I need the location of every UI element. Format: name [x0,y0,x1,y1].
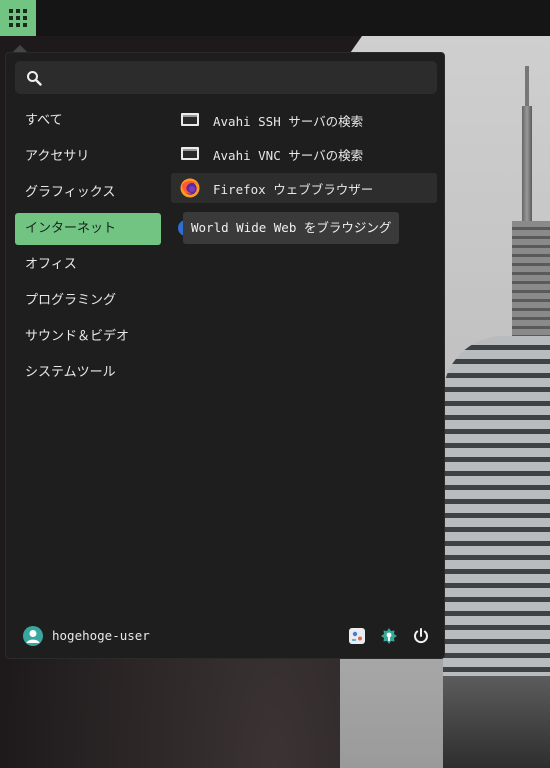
menu-pointer [12,44,28,52]
power-icon[interactable] [411,626,431,646]
user-avatar-icon[interactable] [23,626,43,646]
firefox-icon [180,178,200,198]
category-sound-video[interactable]: サウンド＆ビデオ [15,321,161,353]
category-internet[interactable]: インターネット [15,213,161,245]
category-list: すべて アクセサリ グラフィックス インターネット オフィス プログラミング サ… [15,105,161,393]
lock-screen-icon[interactable] [379,626,399,646]
wallpaper-ground [443,676,550,768]
category-graphics[interactable]: グラフィックス [15,177,161,209]
grid-dot [16,23,20,27]
top-panel [0,0,550,36]
category-system-tools[interactable]: システムツール [15,357,161,389]
avatar-person-icon [26,630,40,643]
grid-dot [9,9,13,13]
menu-footer: hogehoge-user [6,621,446,651]
network-monitor-icon [181,147,199,160]
network-monitor-icon [181,113,199,126]
wallpaper-tower-spire [522,106,532,226]
settings-icon[interactable] [347,626,367,646]
category-all[interactable]: すべて [15,105,161,137]
app-firefox[interactable]: Firefox ウェブブラウザー [171,173,437,203]
app-label: Firefox ウェブブラウザー [213,181,374,197]
grid-dot [16,9,20,13]
applications-menu-button[interactable] [0,0,36,36]
application-menu: すべて アクセサリ グラフィックス インターネット オフィス プログラミング サ… [5,52,445,659]
search-box[interactable] [15,61,437,94]
grid-dot [23,23,27,27]
app-avahi-ssh[interactable]: Avahi SSH サーバの検索 [171,105,437,135]
username[interactable]: hogehoge-user [52,621,150,651]
app-tooltip: World Wide Web をブラウジング [183,212,400,244]
app-label: Avahi SSH サーバの検索 [213,113,364,129]
grid-dot [16,16,20,20]
grid-dot [23,9,27,13]
grid-dot [23,16,27,20]
search-icon [27,71,42,86]
search-input[interactable] [51,61,431,94]
app-label: Avahi VNC サーバの検索 [213,147,364,163]
grid-dot [9,16,13,20]
wallpaper-tower-antenna [525,66,529,110]
category-programming[interactable]: プログラミング [15,285,161,317]
app-avahi-vnc[interactable]: Avahi VNC サーバの検索 [171,139,437,169]
grid-dot [9,23,13,27]
category-office[interactable]: オフィス [15,249,161,281]
category-accessories[interactable]: アクセサリ [15,141,161,173]
app-list: Avahi SSH サーバの検索 Avahi VNC サーバの検索 Firefo… [171,105,437,207]
